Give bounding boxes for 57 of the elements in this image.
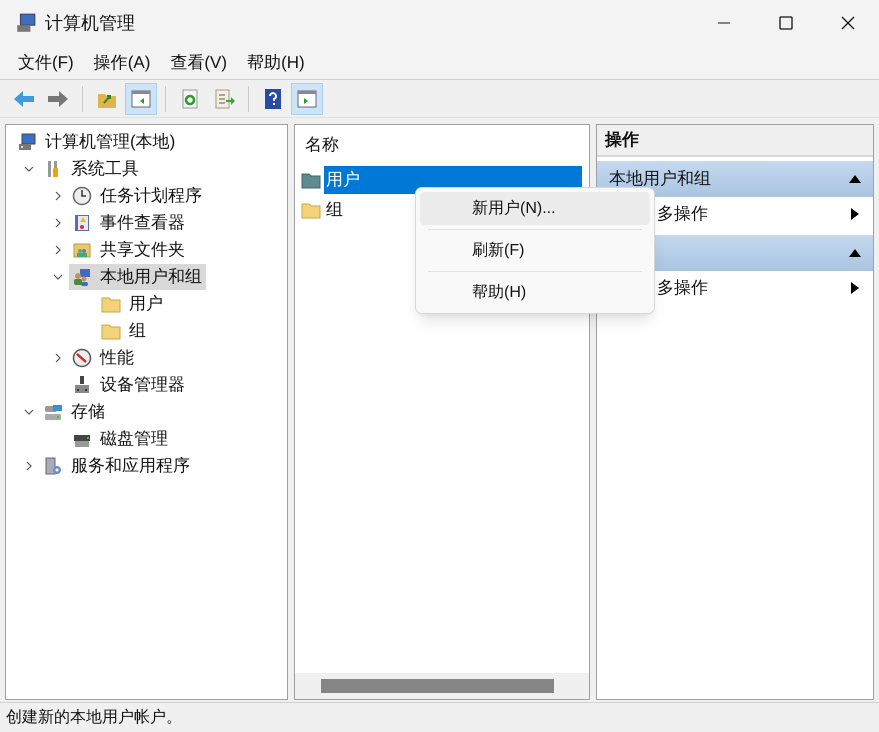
expand-chevron-icon[interactable]	[24, 460, 34, 470]
minimize-icon	[717, 22, 731, 24]
collapse-chevron-icon[interactable]	[24, 406, 34, 416]
section-header[interactable]: 本地用户和组	[597, 161, 873, 197]
tree-item[interactable]: 任务计划程序	[69, 182, 206, 208]
submenu-arrow-icon[interactable]	[851, 208, 859, 220]
tree-item[interactable]: 组	[98, 318, 150, 344]
action-pane-title: 操作	[605, 129, 639, 152]
server-gear-icon	[43, 456, 63, 476]
collapse-triangle-icon[interactable]	[849, 249, 861, 257]
action-item[interactable]: 多操作	[657, 201, 708, 227]
tree-item[interactable]: 事件查看器	[69, 210, 189, 236]
event-log-icon	[72, 212, 92, 232]
column-header[interactable]: 名称	[305, 132, 339, 158]
computer-icon	[17, 132, 37, 152]
show-tree-icon	[130, 88, 152, 110]
export-list-icon	[213, 88, 235, 110]
users-icon	[72, 266, 92, 286]
action-item[interactable]: 多操作	[657, 275, 708, 301]
tree-item[interactable]: 共享文件夹	[69, 236, 189, 262]
tree-item[interactable]: 存储	[40, 398, 109, 424]
tree-item[interactable]: 用户	[98, 290, 167, 316]
computer-management-icon	[15, 12, 37, 34]
clock-icon	[72, 186, 92, 206]
scrollbar-thumb[interactable]	[321, 679, 554, 693]
toolbar-button[interactable]	[291, 82, 323, 114]
window-title: 计算机管理	[45, 12, 135, 34]
tree-item[interactable]: 性能	[69, 344, 138, 370]
help-icon	[262, 88, 284, 110]
tree-item[interactable]: 系统工具	[40, 156, 143, 182]
status-text: 创建新的本地用户帐户。	[6, 708, 182, 728]
show-action-pane-icon	[296, 88, 318, 110]
menu-item[interactable]: 帮助(H)	[237, 48, 315, 78]
maximize-icon	[779, 16, 793, 30]
menu-item[interactable]: 文件(F)	[8, 48, 84, 78]
menu-item[interactable]: 查看(V)	[160, 48, 238, 78]
close-icon	[841, 16, 855, 30]
tree-item[interactable]: 本地用户和组	[69, 264, 206, 290]
collapse-chevron-icon[interactable]	[53, 272, 63, 282]
context-menu-item[interactable]: 帮助(H)	[420, 276, 650, 309]
collapse-chevron-icon[interactable]	[24, 164, 34, 174]
collapse-triangle-icon[interactable]	[849, 175, 861, 183]
expand-chevron-icon[interactable]	[53, 244, 63, 254]
context-menu-item[interactable]: 新用户(N)...	[420, 192, 650, 225]
gauge-icon	[72, 348, 92, 368]
expand-chevron-icon[interactable]	[53, 190, 63, 200]
context-menu-item[interactable]: 刷新(F)	[420, 234, 650, 267]
tree-item[interactable]: 服务和应用程序	[40, 452, 194, 478]
tree-item[interactable]: 磁盘管理	[69, 426, 172, 452]
menu-item[interactable]: 操作(A)	[84, 48, 160, 78]
tree-item[interactable]: 设备管理器	[69, 372, 189, 398]
tree-item[interactable]: 计算机管理(本地)	[14, 128, 180, 154]
device-icon	[72, 374, 92, 394]
submenu-arrow-icon[interactable]	[851, 282, 859, 294]
toolbar-button[interactable]	[125, 82, 157, 114]
expand-chevron-icon[interactable]	[53, 352, 63, 362]
expand-chevron-icon[interactable]	[53, 218, 63, 228]
